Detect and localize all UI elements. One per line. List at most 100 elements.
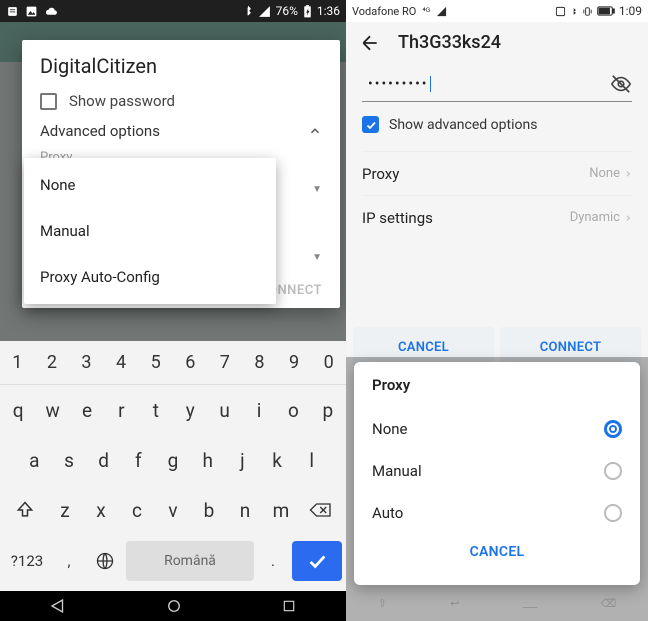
- key-w[interactable]: w: [36, 389, 68, 431]
- carrier-label: Vodafone RO: [352, 5, 416, 18]
- text-cursor: [430, 76, 431, 92]
- key-2[interactable]: 2: [35, 341, 70, 385]
- key-x[interactable]: x: [84, 489, 118, 531]
- key-a[interactable]: a: [18, 439, 51, 481]
- language-key[interactable]: [88, 551, 122, 571]
- show-advanced-checkbox[interactable]: Show advanced options: [362, 116, 632, 133]
- ip-value: Dynamic: [570, 210, 620, 225]
- proxy-setting-row[interactable]: Proxy None: [362, 151, 632, 195]
- show-password-label: Show password: [69, 92, 175, 110]
- battery-percent: 76%: [276, 4, 298, 18]
- key-y[interactable]: y: [174, 389, 206, 431]
- option-label: Auto: [372, 504, 403, 522]
- key-d[interactable]: d: [87, 439, 120, 481]
- key-6[interactable]: 6: [173, 341, 208, 385]
- key-f[interactable]: f: [122, 439, 155, 481]
- key-row-numbers: 1 2 3 4 5 6 7 8 9 0: [0, 341, 346, 385]
- dropdown-icon: ▼: [312, 252, 322, 263]
- back-button[interactable]: [49, 597, 67, 615]
- shift-key[interactable]: [4, 489, 46, 531]
- clock: 1:36: [317, 4, 340, 18]
- key-o[interactable]: o: [277, 389, 309, 431]
- key-8[interactable]: 8: [242, 341, 277, 385]
- proxy-value: None: [589, 166, 620, 181]
- password-field[interactable]: •••••••••: [362, 67, 632, 102]
- navigation-bar: [0, 591, 346, 621]
- key-row-3: z x c v b n m: [0, 485, 346, 535]
- key-p[interactable]: p: [312, 389, 344, 431]
- key-0[interactable]: 0: [311, 341, 346, 385]
- option-label: None: [372, 420, 408, 438]
- cloud-icon: [44, 5, 59, 18]
- notification-icon: [6, 5, 19, 18]
- recents-button[interactable]: [281, 598, 297, 614]
- key-c[interactable]: c: [120, 489, 154, 531]
- visibility-off-icon[interactable]: [610, 73, 632, 95]
- password-value: •••••••••: [368, 76, 429, 92]
- radio-icon: [604, 504, 622, 522]
- key-h[interactable]: h: [191, 439, 224, 481]
- proxy-option-manual[interactable]: Manual: [24, 208, 276, 254]
- bluetooth-icon: [243, 5, 253, 18]
- radio-selected-icon: [604, 420, 622, 438]
- key-4[interactable]: 4: [104, 341, 139, 385]
- key-m[interactable]: m: [264, 489, 298, 531]
- checkbox-checked-icon: [362, 116, 379, 133]
- checkbox-icon: [40, 93, 57, 110]
- key-1[interactable]: 1: [0, 341, 35, 385]
- key-t[interactable]: t: [140, 389, 172, 431]
- advanced-options-label: Advanced options: [40, 122, 160, 140]
- home-button[interactable]: [165, 597, 183, 615]
- period-key[interactable]: .: [258, 552, 288, 570]
- key-7[interactable]: 7: [208, 341, 243, 385]
- key-b[interactable]: b: [192, 489, 226, 531]
- key-g[interactable]: g: [157, 439, 190, 481]
- key-q[interactable]: q: [2, 389, 34, 431]
- space-key[interactable]: Română: [126, 541, 254, 581]
- dropdown-icon: ▼: [312, 184, 322, 195]
- key-3[interactable]: 3: [69, 341, 104, 385]
- proxy-option-auto[interactable]: Auto: [372, 492, 622, 534]
- nfc-icon: [555, 6, 566, 17]
- sheet-cancel-button[interactable]: CANCEL: [372, 534, 622, 566]
- chevron-right-icon: [624, 168, 632, 180]
- key-u[interactable]: u: [208, 389, 240, 431]
- key-e[interactable]: e: [71, 389, 103, 431]
- proxy-dropdown-menu: None Manual Proxy Auto-Config: [24, 158, 276, 304]
- key-i[interactable]: i: [243, 389, 275, 431]
- proxy-bottom-sheet: Proxy None Manual Auto CANCEL: [354, 362, 640, 585]
- key-s[interactable]: s: [53, 439, 86, 481]
- proxy-option-pac[interactable]: Proxy Auto-Config: [24, 254, 276, 300]
- key-k[interactable]: k: [261, 439, 294, 481]
- proxy-option-manual[interactable]: Manual: [372, 450, 622, 492]
- enter-key[interactable]: [292, 541, 342, 581]
- signal-icon: [258, 5, 271, 18]
- proxy-option-none[interactable]: None: [24, 162, 276, 208]
- key-j[interactable]: j: [226, 439, 259, 481]
- proxy-option-none[interactable]: None: [372, 408, 622, 450]
- key-row-1: q w e r t y u i o p: [0, 385, 346, 435]
- symbols-key[interactable]: ?123: [4, 552, 50, 570]
- signal-icon: [436, 6, 447, 17]
- show-password-checkbox[interactable]: Show password: [40, 92, 322, 110]
- clock: 1:09: [619, 4, 642, 18]
- advanced-options-toggle[interactable]: Advanced options: [40, 122, 322, 140]
- bluetooth-icon: [570, 6, 578, 17]
- key-5[interactable]: 5: [138, 341, 173, 385]
- key-9[interactable]: 9: [277, 341, 312, 385]
- comma-key[interactable]: ,: [54, 552, 84, 570]
- ip-settings-row[interactable]: IP settings Dynamic: [362, 195, 632, 239]
- key-n[interactable]: n: [228, 489, 262, 531]
- network-type: ⁴ᴳ: [422, 6, 430, 17]
- sheet-title: Proxy: [372, 376, 622, 394]
- page-title: Th3G33ks24: [398, 32, 501, 53]
- key-l[interactable]: l: [295, 439, 328, 481]
- key-z[interactable]: z: [48, 489, 82, 531]
- key-v[interactable]: v: [156, 489, 190, 531]
- status-bar: Vodafone RO ⁴ᴳ 1:09: [346, 0, 648, 22]
- back-button[interactable]: [360, 33, 380, 53]
- key-r[interactable]: r: [105, 389, 137, 431]
- header: Th3G33ks24: [346, 22, 648, 59]
- backspace-key[interactable]: [300, 489, 342, 531]
- image-icon: [25, 5, 38, 18]
